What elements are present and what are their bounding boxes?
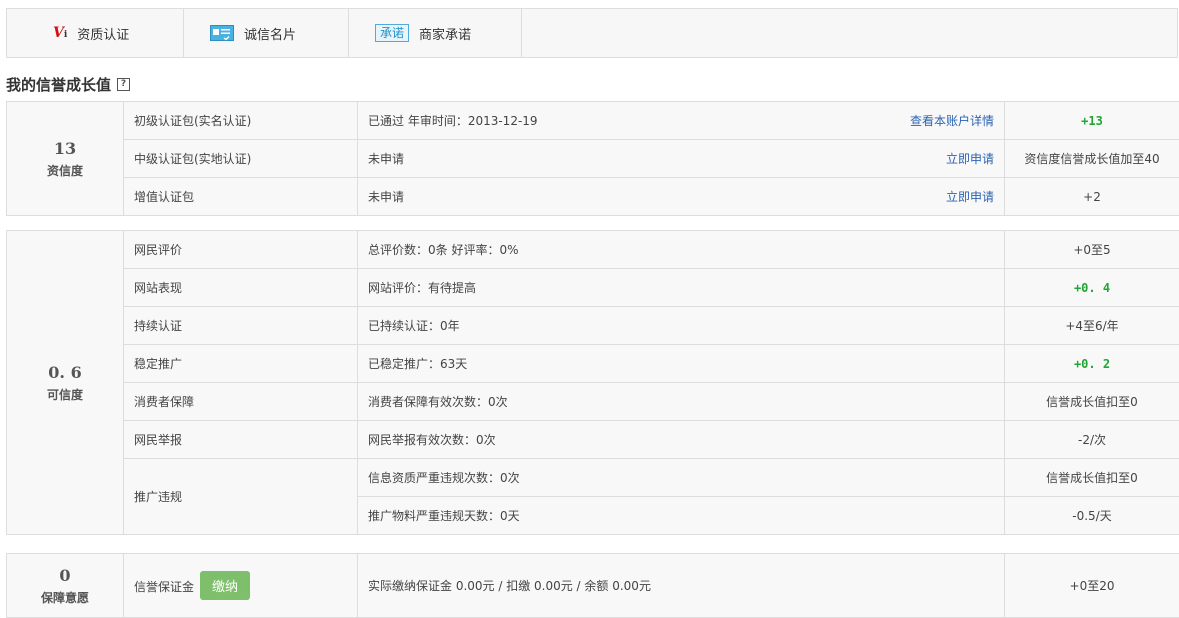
row-name: 网站表现	[123, 268, 358, 307]
row-detail: 未申请 立即申请	[357, 177, 1005, 216]
help-icon[interactable]: ?	[117, 78, 131, 91]
row-value: +2	[1004, 177, 1179, 216]
row-name: 消费者保障	[123, 382, 358, 421]
row-detail: 推广物料严重违规天数：0天	[357, 496, 1005, 535]
table-row: 推广违规 信息资质严重违规次数：0次 信誉成长值扣至0	[7, 458, 1179, 535]
credit-group-qualification: 13 资信度 初级认证包(实名认证) 已通过 年审时间：2013-12-19 查看…	[6, 101, 1179, 216]
row-value: -0.5/天	[1004, 496, 1179, 535]
table-row: 0 保障意愿 信誉保证金 缴纳 实际缴纳保证金 0.00元 / 扣缴 0.00元 …	[6, 553, 1179, 618]
row-detail: 已稳定推广：63天	[357, 344, 1005, 383]
score-cell: 13 资信度	[6, 101, 124, 216]
section-title: 我的信誉成长值 ?	[6, 74, 131, 95]
row-detail: 网站评价：有待提高	[357, 268, 1005, 307]
pay-deposit-button[interactable]: 缴纳	[200, 571, 251, 600]
apply-now-link[interactable]: 立即申请	[946, 188, 994, 205]
row-name: 增值认证包	[123, 177, 358, 216]
row-name: 网民评价	[123, 230, 358, 269]
score-value: 0. 6	[48, 362, 82, 382]
row-value: 信誉成长值扣至0	[1004, 458, 1179, 497]
tab-merchant-promise[interactable]: 承诺 商家承诺	[349, 9, 522, 57]
score-cell: 0. 6 可信度	[6, 230, 124, 535]
row-name: 推广违规	[123, 458, 358, 535]
tab-qualification[interactable]: Vi 资质认证	[7, 9, 184, 57]
tab-label: 商家承诺	[419, 27, 472, 43]
row-value: +0至20	[1004, 553, 1179, 618]
card-icon	[210, 25, 234, 41]
row-detail: 实际缴纳保证金 0.00元 / 扣缴 0.00元 / 余额 0.00元	[357, 553, 1005, 618]
score-label: 可信度	[46, 387, 83, 402]
row-detail: 已通过 年审时间：2013-12-19 查看本账户详情	[357, 101, 1005, 140]
score-cell: 0 保障意愿	[6, 553, 124, 618]
row-detail-text: 未申请	[368, 190, 405, 204]
row-detail: 总评价数：0条 好评率：0%	[357, 230, 1005, 269]
table-row: 13 资信度 初级认证包(实名认证) 已通过 年审时间：2013-12-19 查看…	[6, 101, 1179, 216]
row-name: 网民举报	[123, 420, 358, 459]
row-detail-text: 已通过 年审时间：2013-12-19	[368, 114, 538, 128]
row-value: +13	[1004, 101, 1179, 140]
row-name-text: 信誉保证金	[134, 580, 195, 594]
row-value: +0. 2	[1004, 344, 1179, 383]
table-row: 0. 6 可信度 网民评价 总评价数：0条 好评率：0% +0至5	[6, 230, 1179, 535]
table-row: 消费者保障 消费者保障有效次数：0次 信誉成长值扣至0	[7, 382, 1179, 421]
section-title-text: 我的信誉成长值	[6, 76, 112, 94]
vi-icon: Vi	[53, 25, 68, 41]
row-detail: 已持续认证：0年	[357, 306, 1005, 345]
row-value: 信誉成长值扣至0	[1004, 382, 1179, 421]
row-name: 中级认证包(实地认证)	[123, 139, 358, 178]
tab-bar: Vi 资质认证 诚信名片 承诺 商家承诺	[6, 8, 1178, 58]
row-detail-text: 未申请	[368, 152, 405, 166]
score-label: 保障意愿	[40, 590, 89, 605]
score-value: 13	[53, 138, 77, 158]
row-value: +0. 4	[1004, 268, 1179, 307]
credit-group-trust: 0. 6 可信度 网民评价 总评价数：0条 好评率：0% +0至5 网站表现 网…	[6, 230, 1179, 535]
table-row: 中级认证包(实地认证) 未申请 立即申请 资信度信誉成长值加至40	[7, 139, 1179, 178]
table-row: 网民举报 网民举报有效次数：0次 -2/次	[7, 420, 1179, 459]
apply-now-link[interactable]: 立即申请	[946, 150, 994, 167]
score-label: 资信度	[46, 163, 83, 178]
tab-label: 诚信名片	[244, 27, 297, 43]
table-row: 网站表现 网站评价：有待提高 +0. 4	[7, 268, 1179, 307]
row-value: 资信度信誉成长值加至40	[1004, 139, 1179, 178]
promise-badge: 承诺	[375, 24, 410, 42]
row-detail: 信息资质严重违规次数：0次	[357, 458, 1005, 497]
row-name: 稳定推广	[123, 344, 358, 383]
row-value: +4至6/年	[1004, 306, 1179, 345]
tab-credit-card[interactable]: 诚信名片	[184, 9, 349, 57]
credit-group-guarantee: 0 保障意愿 信誉保证金 缴纳 实际缴纳保证金 0.00元 / 扣缴 0.00元 …	[6, 553, 1179, 618]
table-row: 稳定推广 已稳定推广：63天 +0. 2	[7, 344, 1179, 383]
tab-label: 资质认证	[77, 27, 130, 43]
row-name: 信誉保证金 缴纳	[123, 553, 358, 618]
table-row: 持续认证 已持续认证：0年 +4至6/年	[7, 306, 1179, 345]
table-row: 增值认证包 未申请 立即申请 +2	[7, 177, 1179, 216]
row-detail: 消费者保障有效次数：0次	[357, 382, 1005, 421]
row-detail: 未申请 立即申请	[357, 139, 1005, 178]
view-account-details-link[interactable]: 查看本账户详情	[910, 112, 994, 129]
row-name: 持续认证	[123, 306, 358, 345]
row-name: 初级认证包(实名认证)	[123, 101, 358, 140]
row-detail: 网民举报有效次数：0次	[357, 420, 1005, 459]
score-value: 0	[59, 565, 71, 585]
row-value: +0至5	[1004, 230, 1179, 269]
row-value: -2/次	[1004, 420, 1179, 459]
